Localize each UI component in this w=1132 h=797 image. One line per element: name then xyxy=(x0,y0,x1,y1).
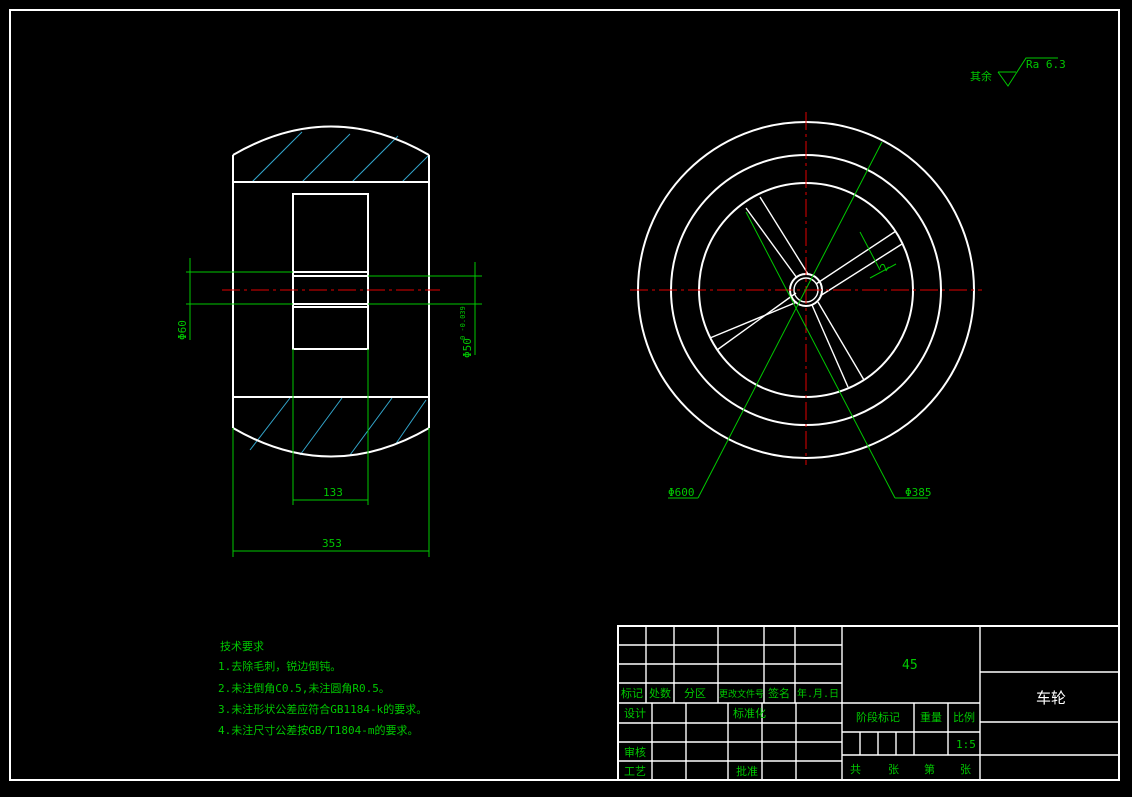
technical-notes: 技术要求 1.去除毛刺，锐边倒钝。 2.未注倒角C0.5,未注圆角R0.5。 3… xyxy=(218,640,427,737)
sheet-label: 张 xyxy=(888,763,899,776)
dim-phi50-label: Φ50 xyxy=(461,338,474,358)
dimension-phi60: Φ60 xyxy=(176,258,293,340)
title-block: 标记 处数 分区 更改文件号 签名 年.月.日 设计 标准化 审核 工艺 批准 … xyxy=(617,625,1120,781)
weight-label: 重量 xyxy=(920,710,942,724)
drawing-border xyxy=(9,9,1120,781)
dimension-phi600: Φ600 xyxy=(668,141,883,499)
engineering-drawing: Φ60 Φ50 0 -0.039 133 353 Φ600 Φ385 2 其余 … xyxy=(9,9,1120,781)
notes-item-3: 3.未注形状公差应符合GB1184-k的要求。 xyxy=(218,702,427,716)
dimension-phi385: Φ385 xyxy=(745,211,932,499)
surface-roughness-note: 其余 Ra 6.3 xyxy=(970,57,1066,87)
dim-353-label: 353 xyxy=(322,537,342,550)
process-label: 工艺 xyxy=(624,765,646,778)
dim-phi385-label: Φ385 xyxy=(905,486,932,499)
num-label: 第 xyxy=(924,762,935,776)
notes-item-4: 4.未注尺寸公差按GB/T1804-m的要求。 xyxy=(218,723,418,737)
dimension-phi50: Φ50 0 -0.039 xyxy=(368,262,482,358)
material-value: 45 xyxy=(902,658,918,673)
dimension-133: 133 xyxy=(292,349,369,505)
dim-phi600-label: Φ600 xyxy=(668,486,695,499)
dimension-spoke: 2 xyxy=(859,231,897,279)
review-label: 审核 xyxy=(624,745,646,759)
rev-header-change-doc: 更改文件号 xyxy=(719,688,764,700)
section-hatching xyxy=(249,131,429,456)
sheet-label-2: 张 xyxy=(960,763,971,776)
rev-header-count: 处数 xyxy=(649,687,671,700)
dim-phi50-tolerance: 0 -0.039 xyxy=(459,306,467,340)
roughness-prefix: 其余 xyxy=(970,69,992,83)
part-name: 车轮 xyxy=(1036,689,1066,707)
total-label: 共 xyxy=(850,763,861,776)
rev-header-date: 年.月.日 xyxy=(797,687,839,700)
dim-phi60-label: Φ60 xyxy=(176,320,189,340)
scale-value: 1:5 xyxy=(956,738,976,751)
dim-133-label: 133 xyxy=(323,486,343,499)
rev-header-zone: 分区 xyxy=(684,687,706,700)
scale-label: 比例 xyxy=(953,710,975,724)
roughness-value: Ra 6.3 xyxy=(1026,58,1066,71)
wheel-outline-top-arc xyxy=(232,125,430,156)
standardize-label: 标准化 xyxy=(733,706,766,720)
design-label: 设计 xyxy=(624,707,646,720)
approve-label: 批准 xyxy=(736,764,758,778)
notes-item-2: 2.未注倒角C0.5,未注圆角R0.5。 xyxy=(218,681,390,695)
stage-mark-label: 阶段标记 xyxy=(856,710,900,724)
dim-spoke-label: 2 xyxy=(877,261,892,273)
notes-title: 技术要求 xyxy=(220,640,264,653)
front-view: Φ600 Φ385 2 xyxy=(630,112,982,499)
rev-header-mark: 标记 xyxy=(621,686,643,700)
rev-header-signature: 签名 xyxy=(768,686,790,700)
wheel-outline-bottom-arc xyxy=(232,427,430,458)
section-view: Φ60 Φ50 0 -0.039 133 353 xyxy=(176,125,482,557)
notes-item-1: 1.去除毛刺，锐边倒钝。 xyxy=(218,659,341,673)
